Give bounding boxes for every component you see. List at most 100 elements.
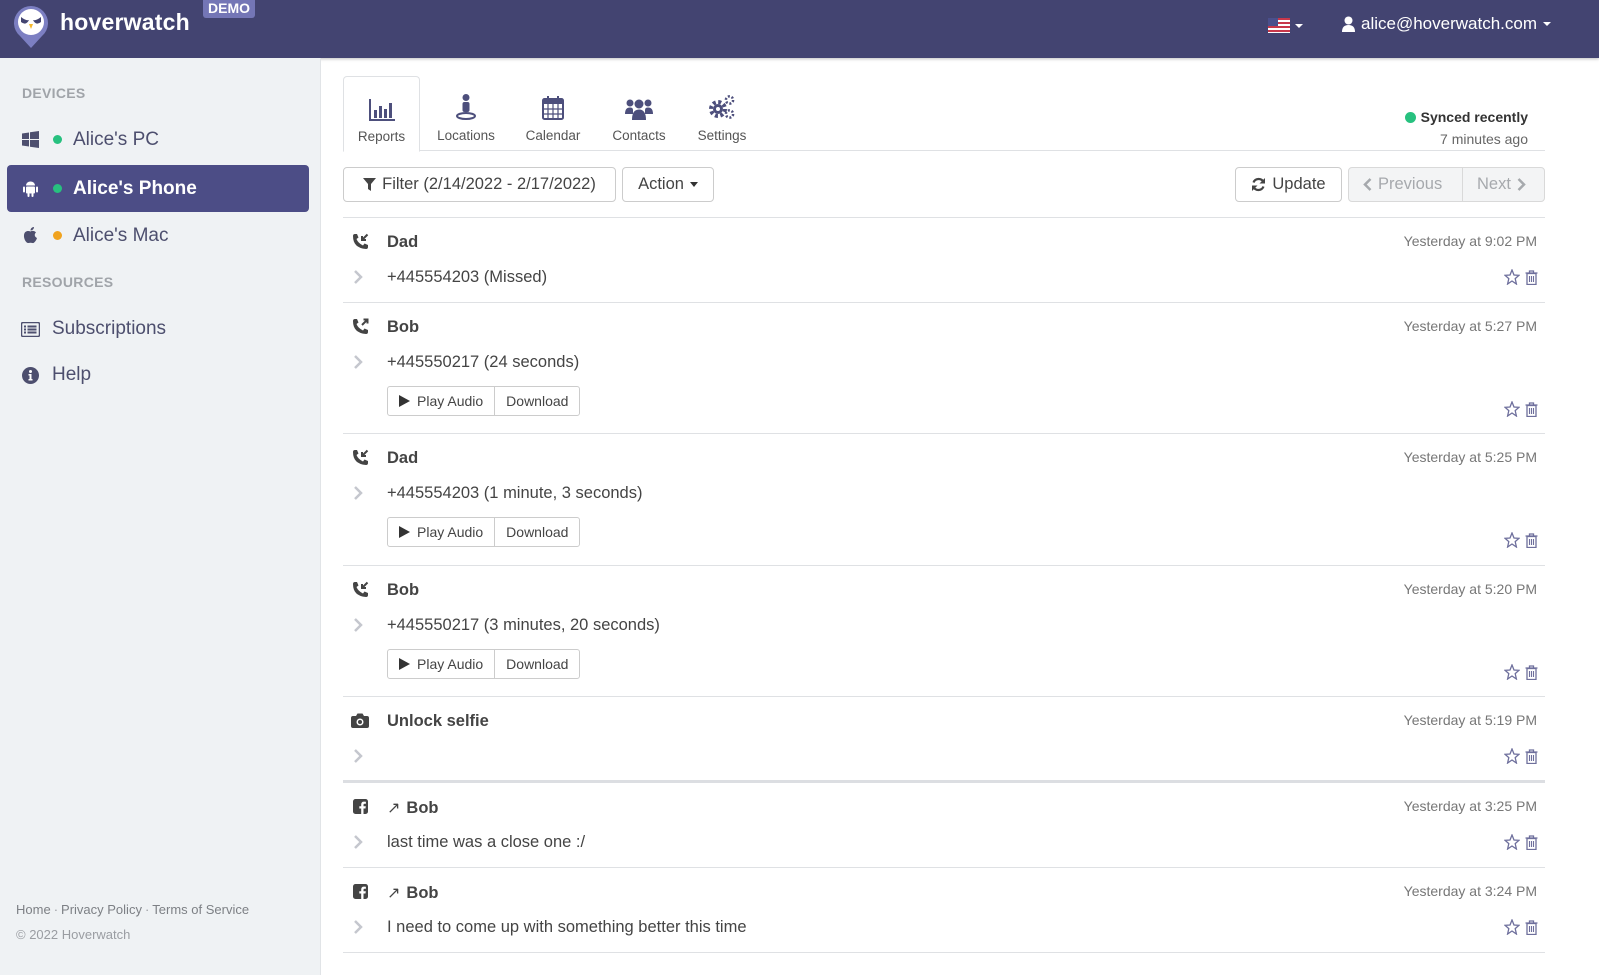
sidebar-item-help[interactable]: Help bbox=[7, 355, 309, 395]
next-button[interactable]: Next bbox=[1462, 168, 1540, 201]
brand-name: hoverwatch bbox=[60, 9, 190, 35]
action-dropdown[interactable]: Action bbox=[622, 167, 714, 202]
footer-link-privacy[interactable]: Privacy Policy bbox=[61, 902, 142, 917]
user-menu-dropdown[interactable]: alice@hoverwatch.com bbox=[1342, 14, 1551, 34]
windows-icon bbox=[21, 131, 39, 149]
sidebar-item-alices-mac[interactable]: Alice's Mac bbox=[7, 212, 309, 259]
user-icon bbox=[1342, 16, 1355, 32]
chevron-right-icon[interactable] bbox=[352, 617, 364, 633]
entry-title: Bob bbox=[387, 318, 419, 337]
chevron-right-icon[interactable] bbox=[352, 354, 364, 370]
download-button[interactable]: Download bbox=[494, 650, 579, 678]
entry-contact: Bob bbox=[387, 318, 420, 336]
sync-status: Synced recently 7 minutes ago bbox=[1404, 109, 1528, 147]
star-icon[interactable] bbox=[1504, 919, 1520, 935]
tab-label: Reports bbox=[357, 129, 406, 144]
star-icon[interactable] bbox=[1504, 664, 1520, 680]
entry-title: Dad bbox=[387, 233, 418, 252]
play-audio-button[interactable]: Play Audio bbox=[388, 650, 494, 678]
star-icon[interactable] bbox=[1504, 532, 1520, 548]
tab-label: Contacts bbox=[612, 128, 666, 143]
star-icon[interactable] bbox=[1504, 269, 1520, 285]
chevron-right-icon[interactable] bbox=[352, 748, 364, 764]
sidebar-item-alices-pc[interactable]: Alice's PC bbox=[7, 116, 309, 163]
entry-title: ↗ Bob bbox=[387, 798, 438, 818]
download-button[interactable]: Download bbox=[494, 518, 579, 546]
phone-incoming-icon bbox=[351, 232, 369, 250]
trash-icon[interactable] bbox=[1525, 834, 1538, 850]
entry-contact: Bob bbox=[406, 798, 439, 817]
star-icon[interactable] bbox=[1504, 834, 1520, 850]
pagination: Previous Next bbox=[1348, 167, 1545, 202]
chevron-down-icon bbox=[689, 182, 698, 187]
camera-icon bbox=[351, 711, 369, 729]
action-label: Action bbox=[638, 175, 684, 193]
list-item: Dad Yesterday at 5:25 PM +445554203 (1 m… bbox=[343, 434, 1545, 566]
tab-locations[interactable]: Locations bbox=[431, 76, 501, 151]
calendar-icon bbox=[542, 96, 564, 120]
section-tabs: Reports Locations Calendar Contacts Sett… bbox=[343, 76, 1545, 152]
footer-link-terms[interactable]: Terms of Service bbox=[152, 902, 249, 917]
info-circle-icon bbox=[20, 366, 40, 384]
tab-label: Locations bbox=[437, 128, 495, 143]
entry-time: Yesterday at 3:24 PM bbox=[1403, 883, 1537, 899]
update-button[interactable]: Update bbox=[1235, 167, 1342, 202]
refresh-icon bbox=[1252, 177, 1266, 192]
star-icon[interactable] bbox=[1504, 401, 1520, 417]
status-dot-away bbox=[53, 231, 62, 240]
filter-label: Filter (2/14/2022 - 2/17/2022) bbox=[382, 175, 596, 193]
sidebar-item-alices-phone[interactable]: Alice's Phone bbox=[7, 165, 309, 212]
footer-link-home[interactable]: Home bbox=[16, 902, 51, 917]
play-audio-label: Play Audio bbox=[417, 524, 484, 540]
report-list: Dad Yesterday at 9:02 PM +445554203 (Mis… bbox=[343, 217, 1545, 953]
previous-button[interactable]: Previous bbox=[1349, 168, 1462, 201]
users-icon bbox=[625, 99, 653, 120]
play-audio-button[interactable]: Play Audio bbox=[388, 518, 494, 546]
list-item: Bob Yesterday at 5:20 PM +445550217 (3 m… bbox=[343, 566, 1545, 697]
audio-controls: Play Audio Download bbox=[387, 517, 581, 547]
demo-badge: DEMO bbox=[203, 0, 255, 18]
entry-title: Unlock selfie bbox=[387, 712, 489, 731]
play-audio-button[interactable]: Play Audio bbox=[388, 387, 494, 415]
entry-contact: Dad bbox=[387, 449, 419, 467]
chevron-right-icon[interactable] bbox=[352, 485, 364, 501]
chevron-down-icon bbox=[1295, 23, 1303, 28]
tab-reports[interactable]: Reports bbox=[343, 76, 420, 152]
device-label: Alice's PC bbox=[73, 128, 159, 150]
device-label: Alice's Phone bbox=[73, 177, 197, 199]
entry-time: Yesterday at 3:25 PM bbox=[1403, 798, 1537, 814]
trash-icon[interactable] bbox=[1525, 664, 1538, 680]
tab-label: Settings bbox=[697, 128, 747, 143]
tab-calendar[interactable]: Calendar bbox=[519, 76, 587, 151]
tab-settings[interactable]: Settings bbox=[691, 76, 753, 151]
facebook-icon bbox=[351, 882, 369, 900]
trash-icon[interactable] bbox=[1525, 532, 1538, 548]
outgoing-arrow-icon: ↗ bbox=[387, 885, 401, 902]
top-navbar: hoverwatch DEMO alice@hoverwatch.com bbox=[0, 0, 1599, 58]
trash-icon[interactable] bbox=[1525, 919, 1538, 935]
chevron-right-icon[interactable] bbox=[352, 919, 364, 935]
download-button[interactable]: Download bbox=[494, 387, 579, 415]
apple-icon bbox=[21, 227, 39, 245]
street-view-icon bbox=[456, 94, 476, 120]
chevron-right-icon[interactable] bbox=[352, 269, 364, 285]
tab-contacts[interactable]: Contacts bbox=[603, 76, 675, 151]
entry-text: last time was a close one :/ bbox=[387, 833, 586, 851]
trash-icon[interactable] bbox=[1525, 269, 1538, 285]
filter-button[interactable]: Filter (2/14/2022 - 2/17/2022) bbox=[343, 167, 616, 202]
chevron-right-icon bbox=[1517, 178, 1526, 191]
chevron-right-icon[interactable] bbox=[352, 834, 364, 850]
language-dropdown[interactable] bbox=[1268, 18, 1303, 33]
next-label: Next bbox=[1477, 175, 1511, 193]
play-icon bbox=[399, 395, 410, 407]
star-icon[interactable] bbox=[1504, 748, 1520, 764]
bar-chart-icon bbox=[368, 99, 395, 121]
audio-controls: Play Audio Download bbox=[387, 649, 581, 679]
sidebar-item-subscriptions[interactable]: Subscriptions bbox=[7, 309, 309, 349]
trash-icon[interactable] bbox=[1525, 748, 1538, 764]
logo[interactable] bbox=[12, 3, 50, 49]
facebook-icon bbox=[351, 797, 369, 815]
audio-controls: Play Audio Download bbox=[387, 386, 581, 416]
trash-icon[interactable] bbox=[1525, 401, 1538, 417]
resource-label: Help bbox=[52, 364, 92, 385]
